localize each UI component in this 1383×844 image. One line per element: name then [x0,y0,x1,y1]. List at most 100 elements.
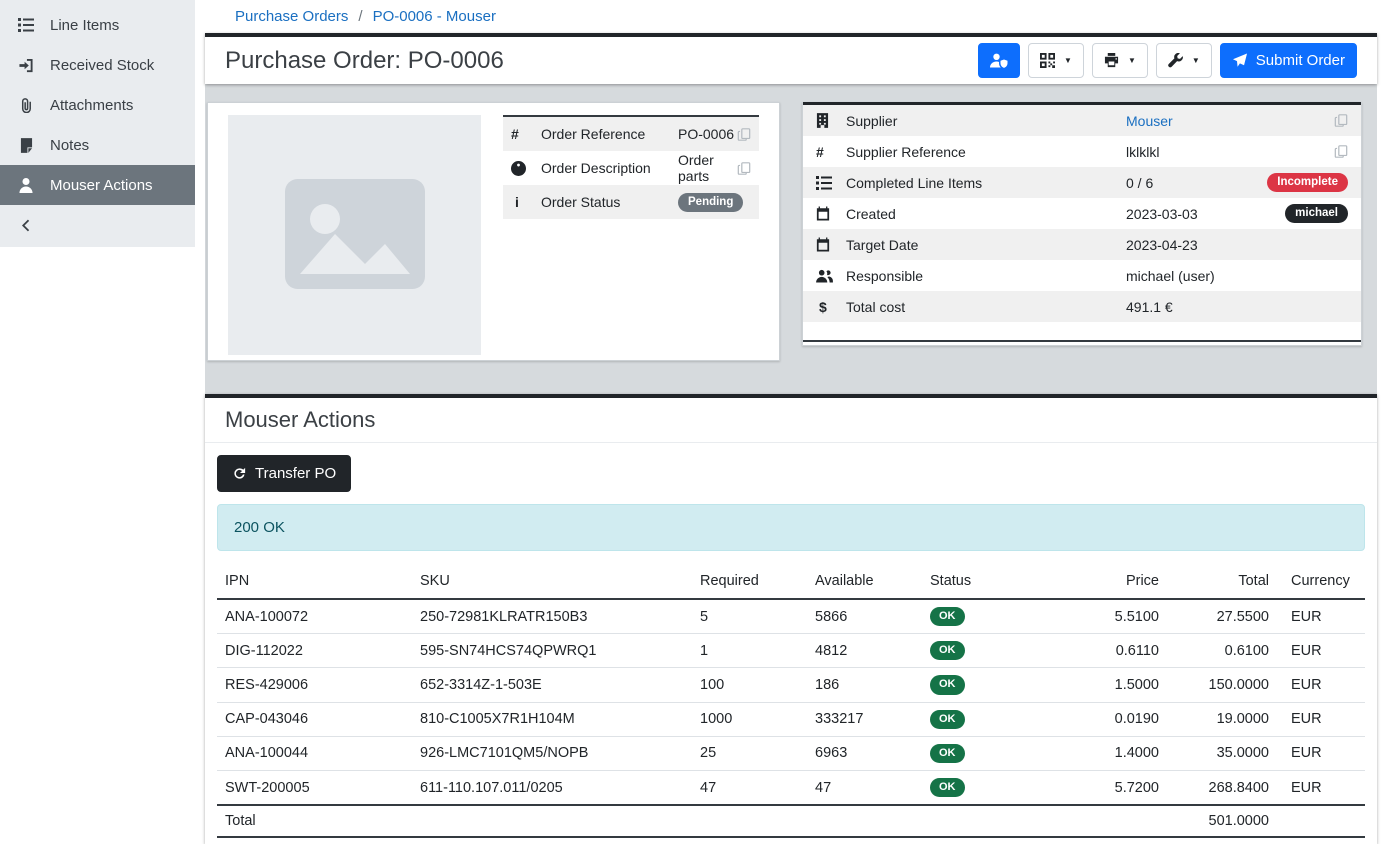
order-details-table: # Order Reference PO-0006 Order Descript… [503,115,759,219]
copy-icon[interactable] [737,127,751,142]
image-icon [280,174,430,297]
total-value: 501.0000 [1167,805,1277,837]
caret-down-icon: ▼ [1128,57,1136,65]
line-items-table: IPN SKU Required Available Status Price … [217,567,1365,838]
detail-value: Order parts [678,152,737,184]
cell-currency: EUR [1277,702,1365,736]
cell-available: 6963 [807,736,922,770]
cell-ipn: RES-429006 [217,668,412,702]
cell-required: 100 [692,668,807,702]
status-ok-badge: OK [930,744,965,763]
detail-row-supplier: Supplier Mouser [803,105,1361,136]
refresh-icon [232,466,247,481]
cell-required: 25 [692,736,807,770]
cell-status: OK [922,702,1047,736]
print-actions-button[interactable]: ▼ [1092,43,1148,78]
list-check-icon [816,176,846,190]
order-status-badge: Pending [678,193,743,213]
sidebar-item-label: Received Stock [50,57,154,74]
breadcrumb-purchase-orders[interactable]: Purchase Orders [235,8,348,25]
dollar-icon: $ [816,299,846,315]
sidebar-item-received-stock[interactable]: Received Stock [0,45,195,85]
column-header-price: Price [1047,567,1167,599]
hash-icon: # [511,126,541,142]
cell-ipn: DIG-112022 [217,634,412,668]
column-header-status: Status [922,567,1047,599]
cell-ipn: CAP-043046 [217,702,412,736]
detail-value: 0 / 6 [1126,175,1267,191]
copy-icon[interactable] [1334,144,1348,159]
detail-value: 2023-04-23 [1126,237,1348,253]
caret-down-icon: ▼ [1192,57,1200,65]
breadcrumb: Purchase Orders / PO-0006 - Mouser [205,0,1377,33]
cell-price: 5.5100 [1047,599,1167,634]
supplier-details-table: Supplier Mouser # Supplier Reference lkl… [803,102,1361,342]
sidebar-item-line-items[interactable]: Line Items [0,5,195,45]
cell-ipn: SWT-200005 [217,770,412,805]
order-actions-button[interactable]: ▼ [1156,43,1212,78]
cell-currency: EUR [1277,770,1365,805]
transfer-po-button[interactable]: Transfer PO [217,455,351,492]
copy-icon[interactable] [1334,113,1348,128]
detail-row-order-description: Order Description Order parts [503,151,759,185]
detail-label: Responsible [846,268,1126,284]
created-by-badge: michael [1285,204,1348,224]
cell-required: 5 [692,599,807,634]
hash-icon: # [816,144,846,160]
table-row: DIG-112022 595-SN74HCS74QPWRQ1 1 4812 OK… [217,634,1365,668]
cell-currency: EUR [1277,736,1365,770]
cell-required: 1 [692,634,807,668]
supplier-link[interactable]: Mouser [1126,113,1173,129]
submit-order-button[interactable]: Submit Order [1220,43,1357,78]
status-ok-badge: OK [930,641,965,660]
detail-label: Order Status [541,194,678,210]
cell-available: 186 [807,668,922,702]
admin-button[interactable] [978,43,1020,78]
sidebar-item-attachments[interactable]: Attachments [0,85,195,125]
breadcrumb-current[interactable]: PO-0006 - Mouser [373,8,496,25]
part-image-placeholder[interactable] [228,115,481,355]
status-ok-badge: OK [930,675,965,694]
barcode-actions-button[interactable]: ▼ [1028,43,1084,78]
status-alert-text: 200 OK [234,519,285,536]
table-header-row: IPN SKU Required Available Status Price … [217,567,1365,599]
building-icon [816,113,846,128]
printer-icon [1104,53,1119,68]
table-row: ANA-100044 926-LMC7101QM5/NOPB 25 6963 O… [217,736,1365,770]
cell-price: 1.4000 [1047,736,1167,770]
detail-row-total-cost: $ Total cost 491.1 € [803,291,1361,322]
detail-label: Target Date [846,237,1126,253]
paper-plane-icon [1232,53,1248,68]
users-icon [816,269,846,283]
sign-in-icon [16,58,36,73]
table-row: SWT-200005 611-110.107.011/0205 47 47 OK… [217,770,1365,805]
sidebar-item-notes[interactable]: Notes [0,125,195,165]
cell-currency: EUR [1277,599,1365,634]
breadcrumb-separator: / [358,8,362,25]
cell-available: 4812 [807,634,922,668]
detail-row-responsible: Responsible michael (user) [803,260,1361,291]
caret-down-icon: ▼ [1064,57,1072,65]
cell-total: 268.8400 [1167,770,1277,805]
table-row: ANA-100072 250-72981KLRATR150B3 5 5866 O… [217,599,1365,634]
detail-label: Created [846,206,1126,222]
cell-status: OK [922,668,1047,702]
column-header-required: Required [692,567,807,599]
sidebar-item-label: Attachments [50,97,133,114]
detail-row-completed-line-items: Completed Line Items 0 / 6 Incomplete [803,167,1361,198]
clipboard-icon [16,138,36,153]
cell-total: 35.0000 [1167,736,1277,770]
list-icon [16,18,36,32]
sidebar-collapse-button[interactable] [0,205,195,245]
sidebar-item-mouser-actions[interactable]: Mouser Actions [0,165,195,205]
column-header-available: Available [807,567,922,599]
detail-value: 491.1 € [1126,299,1348,315]
submit-order-label: Submit Order [1256,53,1345,68]
table-row: CAP-043046 810-C1005X7R1H104M 1000 33321… [217,702,1365,736]
copy-icon[interactable] [737,161,751,176]
cell-sku: 652-3314Z-1-503E [412,668,692,702]
chevron-left-icon [16,219,36,232]
table-row: RES-429006 652-3314Z-1-503E 100 186 OK 1… [217,668,1365,702]
header-actions: ▼ ▼ ▼ Submi [978,43,1357,78]
total-label: Total [217,805,412,837]
